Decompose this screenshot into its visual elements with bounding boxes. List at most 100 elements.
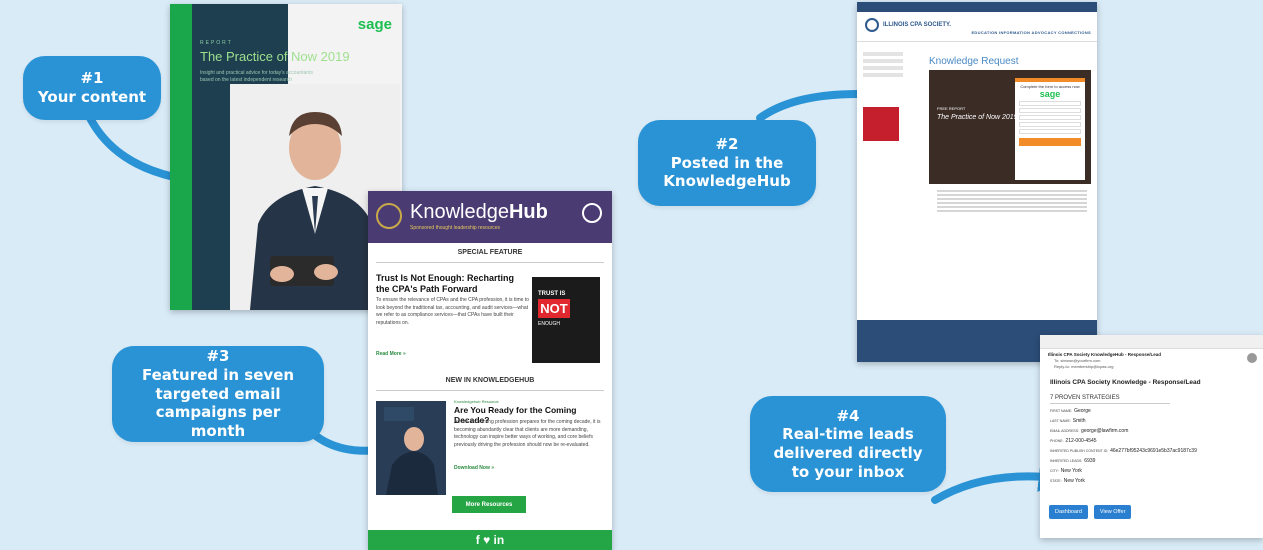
- lead-buttons: Dashboard View Offer: [1049, 505, 1132, 519]
- knowledge-request-title: Knowledge Request: [929, 56, 1019, 67]
- lead-from: Illinois CPA Society KnowledgeHub - Resp…: [1048, 352, 1162, 357]
- thumb-title-block: [384, 407, 414, 421]
- resource-body: As the accounting profession prepares fo…: [454, 419, 601, 448]
- download-now-link[interactable]: Download Now »: [454, 465, 494, 471]
- lead-field: City: New York: [1040, 464, 1263, 474]
- form-field[interactable]: [1019, 101, 1081, 106]
- sidebar-ad[interactable]: [863, 107, 899, 141]
- resource-tag: Knowledgehub Resource: [454, 399, 499, 404]
- lead-field: State: New York: [1040, 474, 1263, 484]
- resource-item: Knowledgehub Resource Are You Ready for …: [376, 391, 604, 511]
- featured-article: Trust Is Not Enough: Recharting the CPA'…: [376, 263, 604, 371]
- step-number: #2: [715, 134, 739, 153]
- icpas-logo-icon: [865, 18, 879, 32]
- access-form: Complete the form to access now sage: [1015, 78, 1085, 180]
- knowledgehub-email: KnowledgeHub Sponsored thought leadershi…: [368, 191, 612, 550]
- form-field[interactable]: [1019, 108, 1081, 113]
- cover-subtitle: Insight and practical advice for today's…: [200, 70, 313, 83]
- site-nav: ILLINOIS CPA SOCIETY. EDUCATION INFORMAT…: [857, 12, 1097, 42]
- step-3-bubble: #3 Featured in seven targeted email camp…: [112, 346, 324, 442]
- body-line: [937, 202, 1087, 204]
- site-nav-links[interactable]: EDUCATION INFORMATION ADVOCACY CONNECTIO…: [971, 30, 1091, 35]
- field-value: New York: [1060, 468, 1082, 474]
- body-line: [937, 194, 1087, 196]
- resource-thumbnail[interactable]: [376, 401, 446, 495]
- step-1-bubble: #1 Your content: [23, 56, 161, 120]
- sidebar-line: [863, 52, 903, 56]
- body-line: [937, 206, 1087, 208]
- lead-email: Illinois CPA Society KnowledgeHub - Resp…: [1040, 335, 1263, 538]
- book-line-1: TRUST IS: [538, 291, 566, 297]
- cover-title: The Practice of Now 2019: [200, 49, 350, 64]
- more-resources-button[interactable]: More Resources: [452, 496, 526, 513]
- field-key: Last Name:: [1050, 419, 1071, 423]
- dashboard-button[interactable]: Dashboard: [1049, 505, 1088, 519]
- book-line-2: NOT: [538, 299, 570, 318]
- hero-label: FREE REPORT: [937, 106, 966, 111]
- step-number: #1: [80, 69, 104, 88]
- lead-field: Phone: 212-000-4545: [1040, 434, 1263, 444]
- site-logo-text[interactable]: ILLINOIS CPA SOCIETY.: [883, 22, 951, 28]
- step-number: #4: [836, 406, 860, 425]
- field-key: City:: [1050, 469, 1059, 473]
- lead-field: Last Name: Smith: [1040, 414, 1263, 424]
- form-submit-button[interactable]: [1019, 138, 1081, 146]
- field-key: State:: [1050, 479, 1062, 483]
- cover-title-block: REPORT The Practice of Now 2019 Insight …: [200, 40, 400, 83]
- step-number: #3: [206, 347, 230, 366]
- form-field[interactable]: [1019, 115, 1081, 120]
- lead-field: Inherited Publish Content ID: 46e277bf952…: [1040, 444, 1263, 454]
- step-2-bubble: #2 Posted in the KnowledgeHub: [638, 120, 816, 206]
- sage-logo: sage: [357, 16, 392, 33]
- field-value: 212-000-4545: [1065, 438, 1097, 444]
- cover-label: REPORT: [200, 40, 233, 46]
- form-field[interactable]: [1019, 129, 1081, 134]
- form-heading: Complete the form to access now: [1020, 84, 1080, 89]
- mail-toolbar: [1040, 335, 1263, 349]
- field-key: First Name:: [1050, 409, 1073, 413]
- lead-field: Inherited Leads: 6939: [1040, 454, 1263, 464]
- sidebar-line: [863, 73, 903, 77]
- read-more-link[interactable]: Read More »: [376, 351, 406, 357]
- icpas-seal-icon: [582, 203, 602, 223]
- field-value: 6939: [1084, 458, 1096, 464]
- field-key: Phone:: [1050, 439, 1064, 443]
- form-field[interactable]: [1019, 122, 1081, 127]
- field-value: New York: [1063, 478, 1085, 484]
- field-key: Inherited Leads:: [1050, 459, 1083, 463]
- step-text: Featured in seven targeted email campaig…: [141, 365, 295, 441]
- lead-subject: Illinois CPA Society Knowledge - Respons…: [1050, 379, 1201, 386]
- email-header: KnowledgeHub Sponsored thought leadershi…: [368, 191, 612, 243]
- hub-emblem-icon: [376, 203, 402, 229]
- field-key: Email Address:: [1050, 429, 1080, 433]
- site-top-bar: [857, 2, 1097, 12]
- knowledgehub-logo: KnowledgeHub: [410, 201, 548, 224]
- body-line: [937, 210, 1087, 212]
- social-footer[interactable]: f ♥ in: [368, 530, 612, 550]
- lead-campaign: 7 PROVEN STRATEGIES: [1050, 395, 1120, 401]
- view-offer-button[interactable]: View Offer: [1093, 505, 1132, 519]
- logo-pre: Knowledge: [410, 201, 509, 223]
- form-sage-logo: sage: [1039, 89, 1061, 99]
- sender-avatar: [1247, 353, 1257, 363]
- step-text: Your content: [37, 88, 147, 106]
- book-line-3: ENOUGH: [538, 321, 560, 327]
- site-body-text: [937, 190, 1087, 214]
- cover-green-bar: [170, 4, 192, 310]
- feature-title[interactable]: Trust Is Not Enough: Recharting the CPA'…: [376, 273, 526, 295]
- special-feature-heading: SPECIAL FEATURE: [376, 243, 604, 263]
- lead-field: First Name: George: [1040, 404, 1263, 414]
- lead-field: Email Address: george@lawfirm.com: [1040, 424, 1263, 434]
- new-in-heading: NEW IN KNOWLEDGEHUB: [376, 371, 604, 391]
- sidebar-line: [863, 66, 903, 70]
- body-line: [937, 190, 1087, 192]
- body-line: [937, 198, 1087, 200]
- field-value: George: [1074, 408, 1091, 414]
- field-key: Inherited Publish Content ID:: [1050, 449, 1109, 453]
- trust-book-cover: TRUST IS NOT ENOUGH: [532, 277, 600, 363]
- hero-title: The Practice of Now 2019: [937, 114, 1018, 121]
- step-text: Real-time leads delivered directly to yo…: [773, 425, 923, 481]
- field-value: 46e277bf95243c9691e5b37ac9187c39: [1110, 448, 1197, 454]
- hub-tagline: Sponsored thought leadership resources: [410, 225, 501, 231]
- field-value: Smith: [1072, 418, 1086, 424]
